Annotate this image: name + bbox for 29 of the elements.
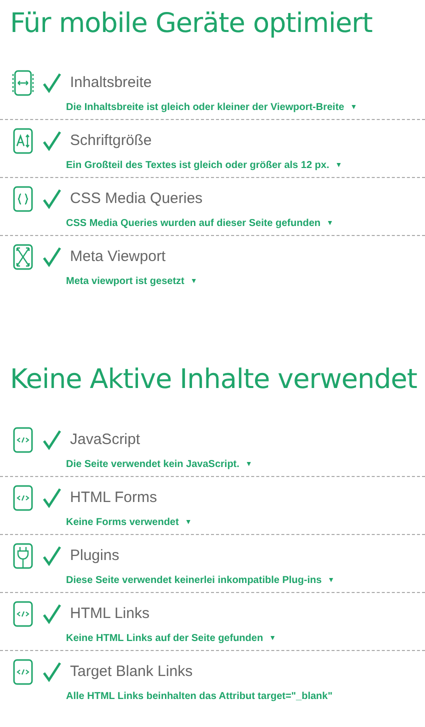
viewport-icon <box>12 243 34 272</box>
check-title: Target Blank Links <box>70 662 193 682</box>
check-title: Inhaltsbreite <box>70 73 152 94</box>
check-title: CSS Media Queries <box>70 189 203 210</box>
code-icon <box>12 426 34 454</box>
code-icon <box>12 658 34 686</box>
braces-icon <box>12 185 34 214</box>
check-description: Keine HTML Links auf der Seite gefunden <box>66 632 264 644</box>
check-title: HTML Links <box>70 604 150 624</box>
check-description: Alle HTML Links beinhalten das Attribut target="_blank" <box>66 690 332 702</box>
font-size-icon <box>12 127 34 156</box>
check-description: Die Seite verwendet kein JavaScript. <box>66 458 240 470</box>
check-description: Ein Großteil des Textes ist gleich oder größer als 12 px. <box>66 160 330 172</box>
check-description: Keine Forms verwendet <box>66 516 179 528</box>
check-description: Meta viewport ist gesetzt <box>66 276 184 288</box>
section-heading: Keine Aktive Inhalte verwendet <box>9 363 418 397</box>
check-description: Diese Seite verwendet keinerlei inkompatible Plug-ins <box>66 574 322 586</box>
check-title: Meta Viewport <box>70 247 166 268</box>
plug-icon <box>12 542 34 570</box>
width-icon <box>12 69 34 98</box>
code-icon <box>12 600 34 628</box>
check-description: Die Inhaltsbreite ist gleich oder kleiner der Viewport-Breite <box>66 102 344 114</box>
check-title: Schriftgröße <box>70 131 152 152</box>
check-title: HTML Forms <box>70 488 157 508</box>
section-heading: Für mobile Geräte optimiert <box>9 7 374 40</box>
code-icon <box>12 484 34 512</box>
check-description: CSS Media Queries wurden auf dieser Seite gefunden <box>66 218 321 230</box>
check-title: JavaScript <box>70 430 140 450</box>
check-title: Plugins <box>70 546 120 566</box>
